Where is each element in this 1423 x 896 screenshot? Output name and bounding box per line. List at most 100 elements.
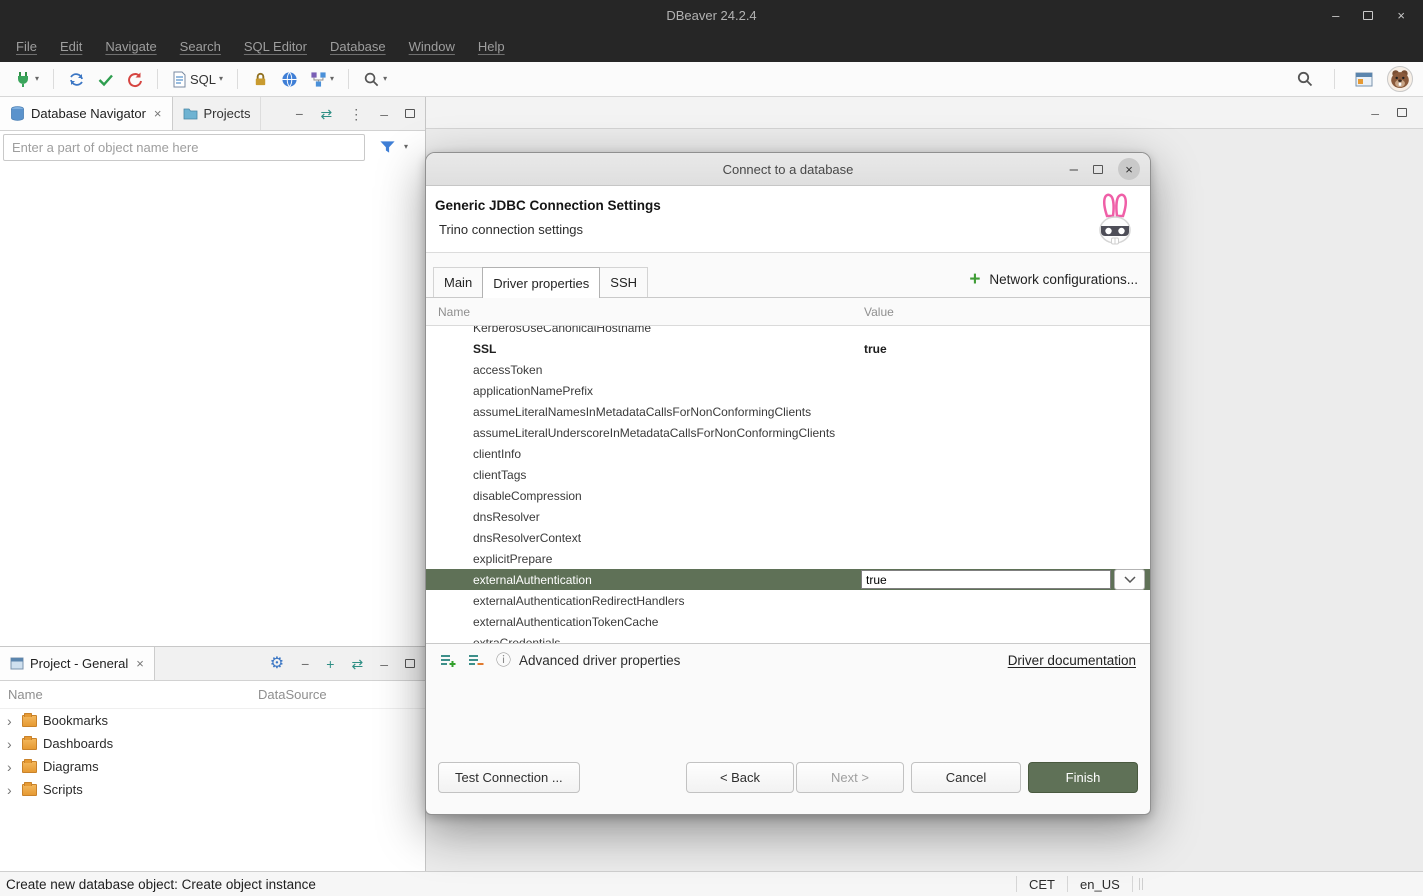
menu-item[interactable]: Navigate — [105, 39, 156, 54]
browser-button[interactable] — [277, 69, 302, 90]
property-row[interactable]: KerberosUseCanonicalHostname — [426, 326, 1150, 338]
maximize-editor-icon[interactable] — [1397, 108, 1407, 117]
property-row[interactable]: clientTags — [426, 464, 1150, 485]
minimize-panel-icon[interactable]: – — [380, 107, 388, 121]
window-minimize-icon[interactable]: – — [1332, 8, 1339, 23]
new-connection-button[interactable]: ▾ — [10, 68, 43, 90]
chevron-right-icon[interactable]: › — [7, 760, 16, 774]
tree-item[interactable]: › Scripts — [0, 778, 425, 801]
chevron-right-icon[interactable]: › — [7, 737, 16, 751]
property-name: disableCompression — [426, 489, 861, 503]
window-maximize-icon[interactable] — [1363, 11, 1373, 20]
menu-item[interactable]: File — [16, 39, 37, 54]
dialog-minimize-icon[interactable]: – — [1070, 162, 1078, 177]
tab-projects[interactable]: Projects — [173, 97, 262, 130]
menu-item[interactable]: Window — [409, 39, 455, 54]
expand-all-icon[interactable]: + — [326, 657, 334, 671]
gear-icon[interactable]: ⚙ — [270, 656, 284, 672]
minimize-editor-icon[interactable]: – — [1371, 106, 1379, 120]
property-row[interactable]: assumeLiteralNamesInMetadataCallsForNonC… — [426, 401, 1150, 422]
remove-property-button[interactable] — [468, 653, 485, 668]
object-filter-input[interactable] — [3, 134, 365, 161]
locale-indicator[interactable]: en_US — [1068, 877, 1132, 892]
menu-item[interactable]: Search — [180, 39, 221, 54]
search-dropdown-button[interactable]: ▾ — [359, 69, 391, 90]
dialog-tab[interactable]: Main — [433, 267, 483, 297]
menu-item[interactable]: Help — [478, 39, 505, 54]
maximize-panel-icon[interactable] — [405, 109, 415, 118]
chevron-right-icon[interactable]: › — [7, 783, 16, 797]
dialog-titlebar[interactable]: Connect to a database – × — [426, 153, 1150, 186]
dialog-tab[interactable]: Driver properties — [482, 267, 600, 298]
property-row[interactable]: disableCompression — [426, 485, 1150, 506]
property-row[interactable]: accessToken — [426, 359, 1150, 380]
property-row[interactable]: explicitPrepare — [426, 548, 1150, 569]
property-row[interactable]: SSL true — [426, 338, 1150, 359]
property-row[interactable]: externalAuthenticationTokenCache — [426, 611, 1150, 632]
collapse-all-icon[interactable]: − — [295, 107, 303, 121]
minimize-panel-icon[interactable]: – — [380, 657, 388, 671]
auto-commit-button[interactable] — [64, 69, 89, 90]
column-name[interactable]: Name — [426, 305, 861, 319]
next-button[interactable]: Next > — [796, 762, 904, 793]
dialog-close-icon[interactable]: × — [1118, 158, 1140, 180]
tab-project-general[interactable]: Project - General × — [0, 647, 155, 680]
tree-item[interactable]: › Diagrams — [0, 755, 425, 778]
menu-item[interactable]: SQL Editor — [244, 39, 307, 54]
perspective-button[interactable] — [1351, 69, 1377, 90]
timezone-indicator[interactable]: CET — [1017, 877, 1067, 892]
collapse-all-icon[interactable]: − — [301, 657, 309, 671]
menu-item[interactable]: Database — [330, 39, 386, 54]
rollback-button[interactable] — [122, 69, 147, 90]
network-configurations-label: Network configurations... — [989, 272, 1138, 287]
finish-button[interactable]: Finish — [1028, 762, 1138, 793]
column-datasource[interactable]: DataSource — [258, 687, 327, 702]
network-configurations-button[interactable]: + Network configurations... — [969, 270, 1138, 289]
tree-item[interactable]: › Bookmarks — [0, 709, 425, 732]
close-icon[interactable]: × — [136, 656, 144, 671]
property-row[interactable]: dnsResolverContext — [426, 527, 1150, 548]
link-with-editor-icon[interactable]: ⇄ — [320, 107, 332, 121]
value-dropdown-button[interactable] — [1114, 569, 1145, 590]
dialog-tab[interactable]: SSH — [599, 267, 648, 297]
chevron-down-icon[interactable]: ▾ — [404, 143, 408, 151]
property-row[interactable]: applicationNamePrefix — [426, 380, 1150, 401]
add-property-button[interactable] — [440, 653, 457, 668]
navigator-tree[interactable] — [0, 163, 425, 646]
close-icon[interactable]: × — [154, 106, 162, 121]
property-row[interactable]: dnsResolver — [426, 506, 1150, 527]
link-with-editor-icon[interactable]: ⇄ — [351, 657, 363, 671]
filter-funnel-icon[interactable] — [379, 139, 396, 155]
view-menu-icon[interactable]: ⋮ — [349, 107, 363, 121]
window-titlebar[interactable]: DBeaver 24.2.4 – × — [0, 0, 1423, 30]
test-connection-button[interactable]: Test Connection ... — [438, 762, 580, 793]
property-value — [861, 611, 1150, 632]
column-name[interactable]: Name — [0, 687, 43, 702]
property-row[interactable]: externalAuthenticationRedirectHandlers — [426, 590, 1150, 611]
tree-item[interactable]: › Dashboards — [0, 732, 425, 755]
properties-table[interactable]: KerberosUseCanonicalHostname — [426, 326, 1150, 644]
tab-database-navigator[interactable]: Database Navigator × — [0, 97, 173, 130]
commit-button[interactable] — [93, 69, 118, 90]
property-row[interactable]: assumeLiteralUnderscoreInMetadataCallsFo… — [426, 422, 1150, 443]
column-value[interactable]: Value — [861, 305, 894, 319]
security-button[interactable] — [248, 69, 273, 90]
back-button[interactable]: < Back — [686, 762, 794, 793]
property-row[interactable]: externalAuthentication true — [426, 569, 1150, 590]
menu-item[interactable]: Edit — [60, 39, 82, 54]
new-sql-editor-button[interactable]: SQL ▾ — [168, 69, 227, 90]
global-search-button[interactable] — [1292, 68, 1318, 90]
perspective-icon — [1355, 71, 1373, 88]
window-close-icon[interactable]: × — [1397, 8, 1405, 23]
driver-documentation-link[interactable]: Driver documentation — [1008, 653, 1136, 668]
property-value-input[interactable] — [861, 570, 1111, 589]
cancel-button[interactable]: Cancel — [911, 762, 1021, 793]
maximize-panel-icon[interactable] — [405, 659, 415, 668]
property-row[interactable]: extraCredentials — [426, 632, 1150, 644]
property-row[interactable]: clientInfo — [426, 443, 1150, 464]
dbeaver-avatar[interactable] — [1387, 66, 1413, 92]
chevron-right-icon[interactable]: › — [7, 714, 16, 728]
network-settings-button[interactable]: ▾ — [306, 69, 338, 90]
dialog-maximize-icon[interactable] — [1093, 165, 1103, 174]
status-message: Create new database object: Create objec… — [6, 877, 316, 892]
